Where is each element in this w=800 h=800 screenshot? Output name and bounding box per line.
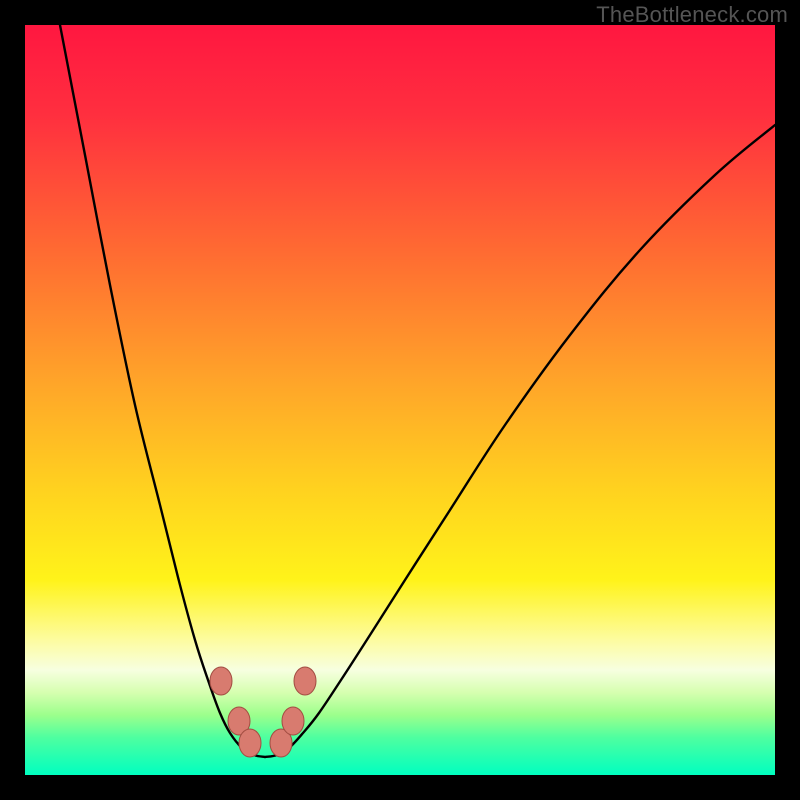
chart-frame: TheBottleneck.com — [0, 0, 800, 800]
curve-left-branch — [60, 25, 265, 757]
bottleneck-curve — [25, 25, 775, 775]
plot-area — [25, 25, 775, 775]
bead-marker — [239, 729, 261, 757]
bead-marker — [282, 707, 304, 735]
bead-marker — [294, 667, 316, 695]
curve-beads — [210, 667, 316, 757]
curve-right-branch — [265, 125, 775, 757]
bead-marker — [210, 667, 232, 695]
watermark-text: TheBottleneck.com — [596, 2, 788, 28]
